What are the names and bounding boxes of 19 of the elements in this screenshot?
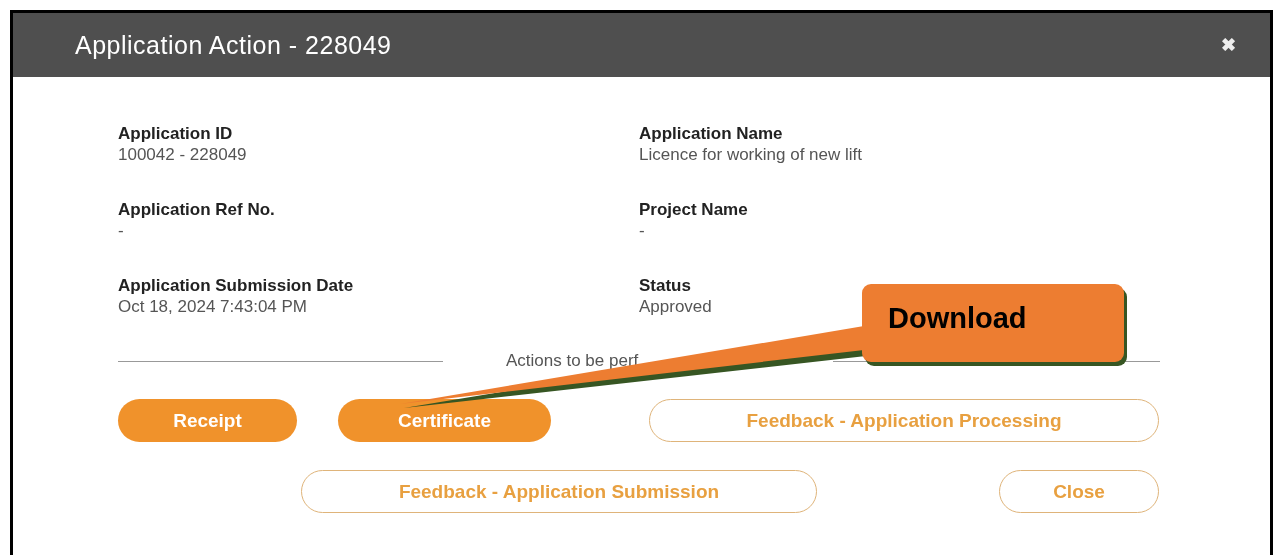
field-label: Application Name [639,123,784,144]
field-label: Application ID [118,123,234,144]
action-button[interactable]: Feedback - Application Processing [649,399,1159,442]
field-label: Application Ref No. [118,199,276,220]
actions-heading: Actions to be perf [505,351,640,371]
field-label: Application Submission Date [118,275,355,296]
field-value: Licence for working of new lift [639,144,863,165]
field-value: - [639,220,646,241]
action-button[interactable]: Certificate [338,399,551,442]
field-label: Project Name [639,199,749,220]
field-value: Oct 18, 2024 7:43:04 PM [118,296,308,317]
field-label: Status [639,275,692,296]
action-button[interactable]: Receipt [118,399,297,442]
close-icon[interactable]: ✖ [1221,34,1236,56]
action-button[interactable]: Close [999,470,1159,513]
field-value: - [118,220,125,241]
field-value: 100042 - 228049 [118,144,248,165]
dialog-title: Application Action - 228049 [75,30,392,60]
action-button[interactable]: Feedback - Application Submission [301,470,817,513]
